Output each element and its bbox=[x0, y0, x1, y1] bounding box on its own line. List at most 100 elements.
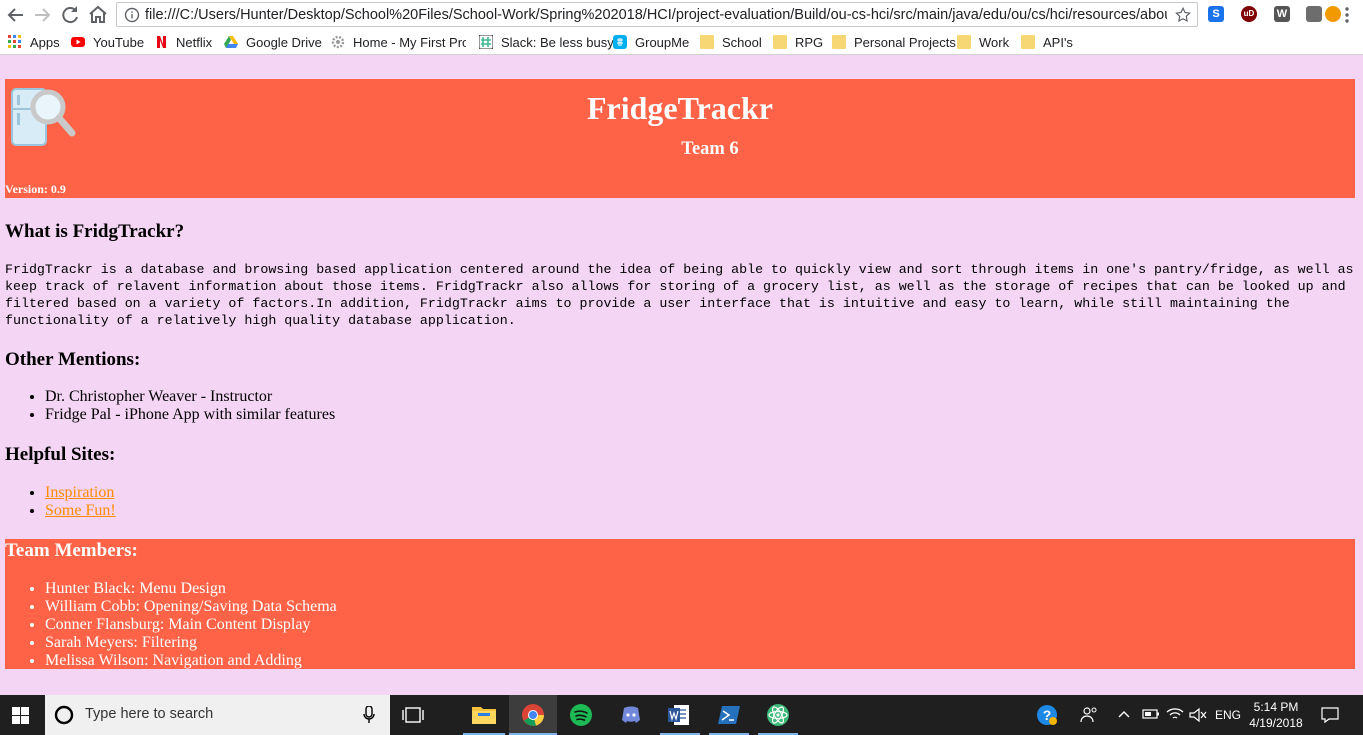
people-icon[interactable] bbox=[1080, 706, 1098, 724]
team-member-item: Hunter Black: Menu Design bbox=[45, 580, 1355, 598]
atom-icon[interactable] bbox=[766, 703, 790, 727]
folder-icon bbox=[773, 35, 787, 49]
system-clock[interactable]: 5:14 PM 4/19/2018 bbox=[1245, 699, 1307, 731]
bookmark-star-icon[interactable] bbox=[1174, 6, 1192, 24]
battery-icon[interactable] bbox=[1142, 708, 1160, 720]
team-members-section: Team Members: Hunter Black: Menu Design … bbox=[5, 539, 1355, 669]
youtube-icon bbox=[71, 37, 85, 47]
folder-icon bbox=[1021, 35, 1035, 49]
extension-s-icon[interactable]: S bbox=[1208, 6, 1224, 22]
file-explorer-icon[interactable] bbox=[472, 704, 496, 724]
bookmark-youtube[interactable]: YouTube bbox=[71, 34, 144, 52]
inspiration-link[interactable]: Inspiration bbox=[45, 484, 114, 501]
bookmark-netflix[interactable]: Netflix bbox=[154, 34, 212, 52]
team-heading: Team Members: bbox=[5, 540, 138, 561]
bookmark-label: Home - My First Proj bbox=[353, 35, 466, 50]
team-member-item: William Cobb: Opening/Saving Data Schema bbox=[45, 598, 1355, 616]
discord-icon[interactable] bbox=[620, 704, 642, 726]
cortana-circle-icon bbox=[54, 705, 74, 725]
bookmark-label: Netflix bbox=[176, 35, 213, 50]
folder-icon bbox=[832, 35, 846, 49]
taskbar-search-box[interactable]: Type here to search bbox=[45, 695, 390, 735]
bookmark-google-drive[interactable]: Google Drive bbox=[224, 34, 322, 52]
bookmark-label: YouTube bbox=[93, 35, 145, 50]
list-item: Dr. Christopher Weaver - Instructor bbox=[45, 388, 335, 406]
home-icon bbox=[89, 5, 107, 23]
chrome-icon bbox=[522, 704, 544, 726]
mentions-heading: Other Mentions: bbox=[5, 349, 141, 370]
search-placeholder: Type here to search bbox=[85, 706, 214, 722]
gear-icon bbox=[331, 35, 345, 49]
google-drive-icon bbox=[224, 36, 238, 48]
bookmark-label: RPG bbox=[795, 35, 824, 50]
extension-alert-icon[interactable] bbox=[1325, 6, 1341, 22]
forward-button[interactable] bbox=[30, 3, 54, 27]
browser-toolbar: file:///C:/Users/Hunter/Desktop/School%2… bbox=[0, 0, 1363, 30]
info-icon[interactable] bbox=[124, 7, 140, 23]
ublock-icon[interactable]: uD bbox=[1241, 6, 1257, 22]
bookmark-home[interactable]: Home - My First Proj bbox=[331, 34, 466, 52]
folder-icon bbox=[700, 35, 714, 49]
bookmark-label: Personal Projects bbox=[854, 35, 956, 50]
list-item: Inspiration bbox=[45, 484, 116, 502]
microphone-icon[interactable] bbox=[363, 706, 375, 724]
powershell-icon[interactable] bbox=[718, 704, 740, 726]
help-icon[interactable]: ? bbox=[1036, 704, 1058, 726]
team-member-item: Melissa Wilson: Navigation and Adding bbox=[45, 652, 1355, 670]
windows-taskbar: Type here to search ? ENG 5:14 PM 4/19/2… bbox=[0, 695, 1363, 735]
groupme-icon bbox=[613, 35, 627, 49]
list-item: Fridge Pal - iPhone App with similar fea… bbox=[45, 406, 335, 424]
chrome-taskbar-button[interactable] bbox=[509, 695, 557, 735]
wifi-icon[interactable] bbox=[1166, 706, 1184, 722]
bookmark-apps[interactable]: Apps bbox=[8, 34, 60, 52]
list-item: Some Fun! bbox=[45, 502, 116, 520]
team-label: Team 6 bbox=[681, 139, 739, 159]
extension-gray-icon[interactable] bbox=[1306, 6, 1322, 22]
bookmark-label: Slack: Be less busy bbox=[501, 35, 614, 50]
notifications-icon[interactable] bbox=[1321, 706, 1339, 724]
url-text[interactable]: file:///C:/Users/Hunter/Desktop/School%2… bbox=[145, 7, 1167, 23]
spotify-icon[interactable] bbox=[569, 703, 593, 727]
folder-icon bbox=[957, 35, 971, 49]
chevron-up-icon[interactable] bbox=[1118, 709, 1130, 719]
bookmark-label: Google Drive bbox=[246, 35, 322, 50]
extension-w-icon[interactable]: W bbox=[1274, 6, 1290, 22]
some-fun-link[interactable]: Some Fun! bbox=[45, 502, 116, 519]
mentions-list: Dr. Christopher Weaver - Instructor Frid… bbox=[5, 388, 335, 424]
sites-list: Inspiration Some Fun! bbox=[5, 484, 116, 520]
back-arrow-icon bbox=[7, 8, 23, 22]
netflix-icon bbox=[157, 36, 166, 48]
forward-arrow-icon bbox=[35, 8, 51, 22]
bookmark-folder-rpg[interactable]: RPG bbox=[773, 34, 823, 52]
sites-heading: Helpful Sites: bbox=[5, 444, 116, 465]
app-title: FridgeTrackr bbox=[586, 90, 773, 126]
bookmark-label: Apps bbox=[30, 35, 60, 50]
version-label: Version: 0.9 bbox=[5, 182, 66, 196]
slack-icon bbox=[479, 35, 493, 49]
windows-start-icon[interactable] bbox=[12, 707, 29, 724]
team-member-item: Sarah Meyers: Filtering bbox=[45, 634, 1355, 652]
address-bar[interactable]: file:///C:/Users/Hunter/Desktop/School%2… bbox=[116, 2, 1198, 27]
menu-kebab-icon[interactable] bbox=[1344, 6, 1350, 24]
bookmark-folder-personal-projects[interactable]: Personal Projects bbox=[832, 34, 956, 52]
bookmark-groupme[interactable]: GroupMe bbox=[613, 34, 689, 52]
bookmark-label: School bbox=[722, 35, 762, 50]
volume-muted-icon[interactable] bbox=[1189, 707, 1207, 723]
task-view-icon[interactable] bbox=[402, 707, 424, 723]
reload-button[interactable] bbox=[58, 3, 82, 27]
word-icon[interactable] bbox=[668, 704, 690, 726]
clock-time: 5:14 PM bbox=[1253, 700, 1299, 714]
bookmarks-bar: Apps YouTube Netflix Google Drive Home -… bbox=[0, 30, 1363, 55]
team-member-item: Conner Flansburg: Main Content Display bbox=[45, 616, 1355, 634]
bookmark-slack[interactable]: Slack: Be less busy bbox=[479, 34, 614, 52]
language-indicator[interactable]: ENG bbox=[1215, 708, 1241, 722]
bookmark-label: GroupMe bbox=[635, 35, 690, 50]
clock-date: 4/19/2018 bbox=[1249, 716, 1303, 730]
home-button[interactable] bbox=[86, 3, 110, 27]
back-button[interactable] bbox=[4, 3, 28, 27]
bookmark-folder-work[interactable]: Work bbox=[957, 34, 1009, 52]
bookmark-label: API's bbox=[1043, 35, 1073, 50]
bookmark-label: Work bbox=[979, 35, 1010, 50]
bookmark-folder-school[interactable]: School bbox=[700, 34, 762, 52]
bookmark-folder-apis[interactable]: API's bbox=[1021, 34, 1073, 52]
